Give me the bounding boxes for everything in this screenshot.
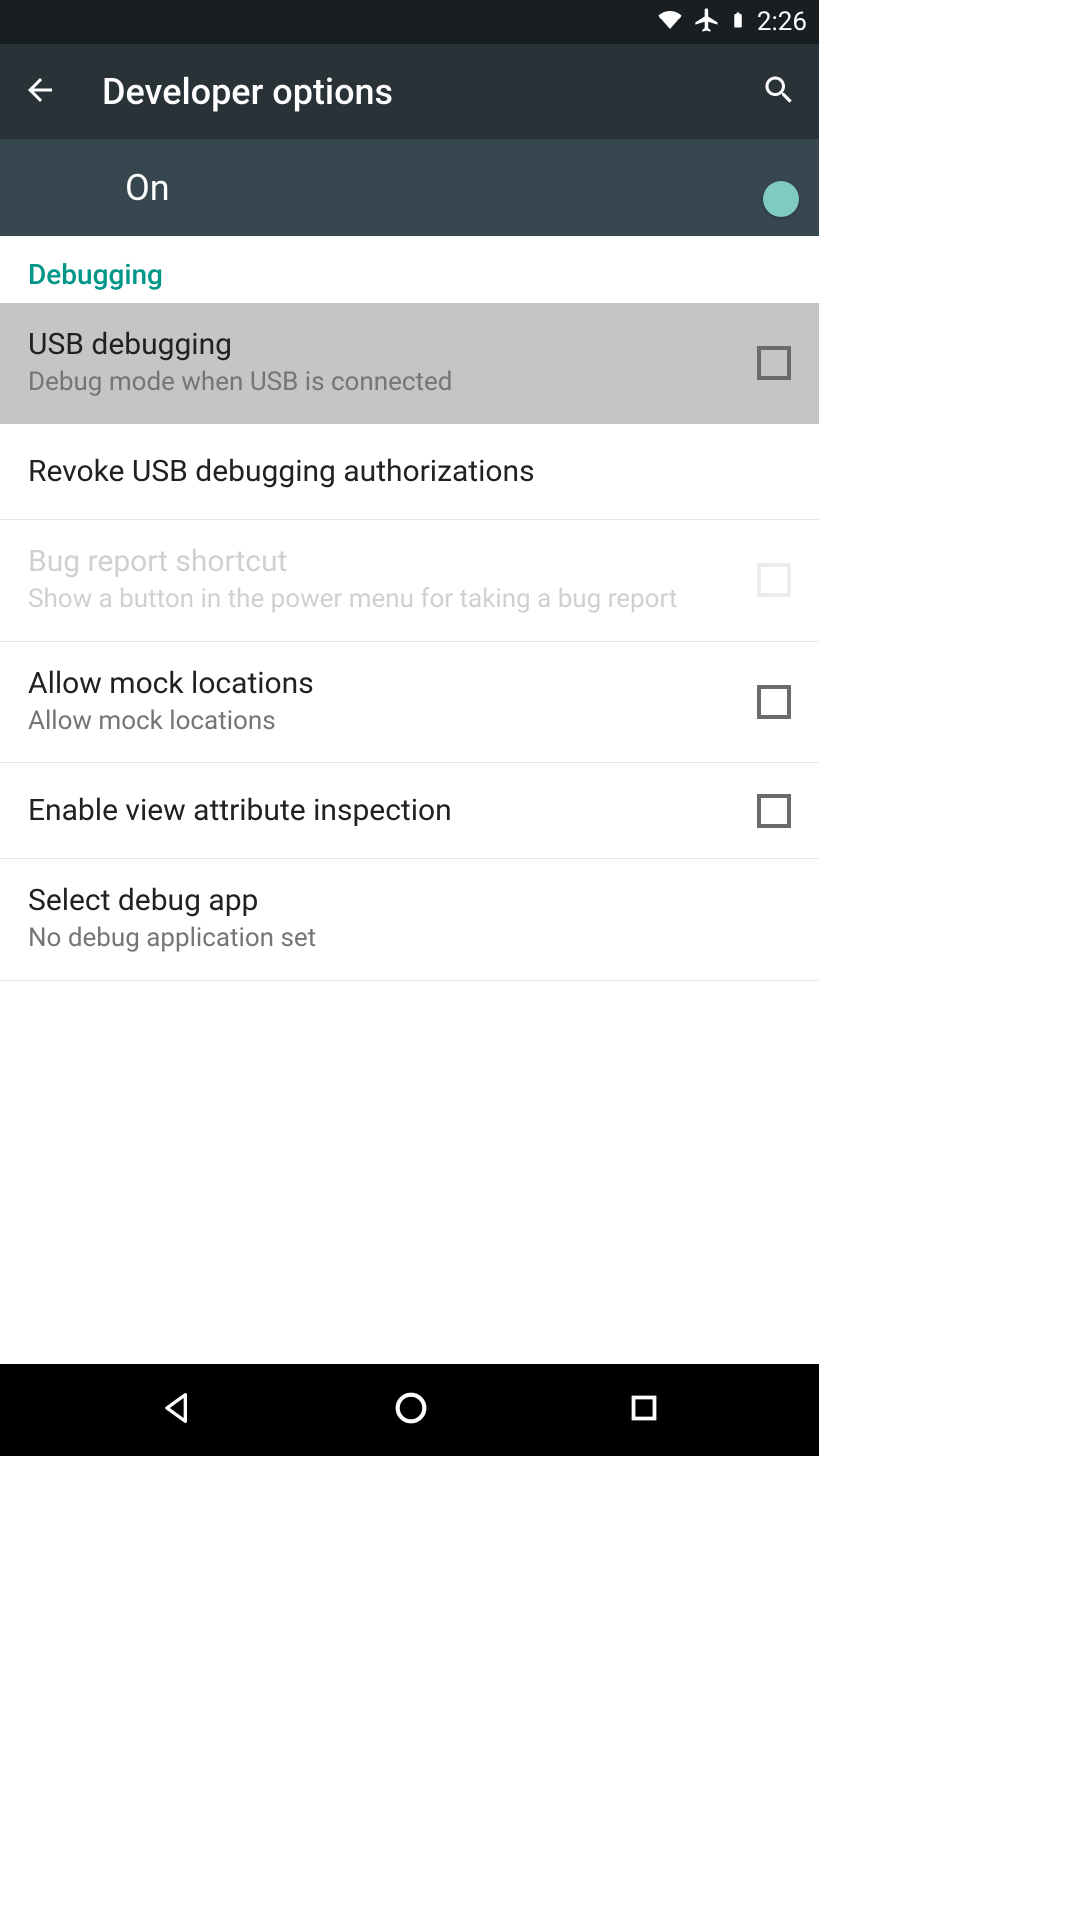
row-subtitle: Allow mock locations xyxy=(28,705,741,739)
nav-back-icon[interactable] xyxy=(157,1388,197,1432)
row-title: Bug report shortcut xyxy=(28,544,741,579)
row-mock-locations[interactable]: Allow mock locations Allow mock location… xyxy=(0,642,819,764)
status-icons xyxy=(655,6,747,38)
row-title: Select debug app xyxy=(28,883,791,918)
row-title: Allow mock locations xyxy=(28,666,741,701)
row-select-debug-app[interactable]: Select debug app No debug application se… xyxy=(0,859,819,981)
app-bar: Developer options xyxy=(0,44,819,139)
row-title: Revoke USB debugging authorizations xyxy=(28,454,791,489)
nav-recent-icon[interactable] xyxy=(626,1390,662,1430)
back-icon[interactable] xyxy=(22,72,58,112)
page-title: Developer options xyxy=(102,71,717,113)
checkbox-mock-locations[interactable] xyxy=(757,685,791,719)
row-subtitle: Debug mode when USB is connected xyxy=(28,366,741,400)
status-time: 2:26 xyxy=(757,7,807,37)
section-header-debugging: Debugging xyxy=(0,236,819,303)
checkbox-usb-debugging[interactable] xyxy=(757,346,791,380)
navigation-bar xyxy=(0,1364,819,1456)
airplane-icon xyxy=(693,6,721,38)
battery-icon xyxy=(729,6,747,38)
search-icon[interactable] xyxy=(761,72,797,112)
master-switch[interactable]: On xyxy=(0,139,819,236)
row-subtitle: No debug application set xyxy=(28,922,791,956)
row-title: USB debugging xyxy=(28,327,741,362)
row-usb-debugging[interactable]: USB debugging Debug mode when USB is con… xyxy=(0,303,819,424)
content: Debugging USB debugging Debug mode when … xyxy=(0,236,819,981)
checkbox-view-attr[interactable] xyxy=(757,794,791,828)
row-title: Enable view attribute inspection xyxy=(28,793,741,828)
row-view-attribute-inspection[interactable]: Enable view attribute inspection xyxy=(0,763,819,859)
master-switch-label: On xyxy=(125,167,170,209)
nav-home-icon[interactable] xyxy=(391,1388,431,1432)
row-bug-report-shortcut: Bug report shortcut Show a button in the… xyxy=(0,520,819,642)
status-bar: 2:26 xyxy=(0,0,819,44)
row-revoke-authorizations[interactable]: Revoke USB debugging authorizations xyxy=(0,424,819,520)
checkbox-bug-report xyxy=(757,563,791,597)
wifi-icon xyxy=(655,8,685,36)
row-subtitle: Show a button in the power menu for taki… xyxy=(28,583,741,617)
